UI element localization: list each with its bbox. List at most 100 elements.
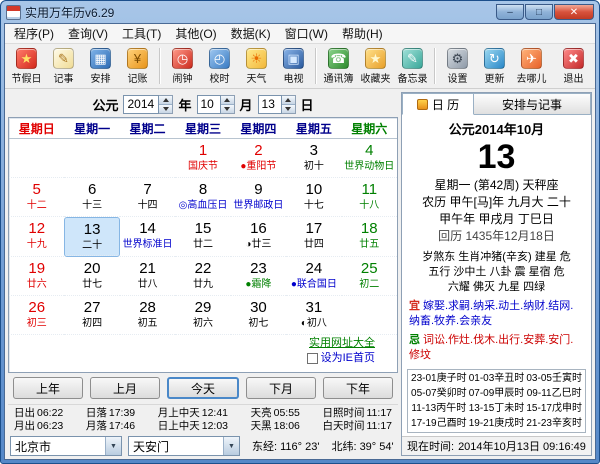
menu-item[interactable]: 查询(V) [61,23,115,44]
nav-button[interactable]: 下月 [246,377,316,399]
calendar-day-cell[interactable] [120,139,175,178]
calendar-day-cell[interactable]: 9 世界邮政日 [231,178,286,217]
toolbar-button[interactable]: ▣ 电视 [275,46,312,86]
toolbar-button[interactable]: ★ 收藏夹 [357,46,394,86]
toolbar-button[interactable]: ◴ 校时 [201,46,238,86]
toolbar-button[interactable]: ✈ 去哪儿 [513,46,550,86]
nav-button[interactable]: 下年 [323,377,393,399]
maximize-button[interactable]: □ [525,4,553,20]
calendar-day-cell[interactable]: 11 十八 [342,178,397,217]
hour-cell: 09-11乙巳时 [525,386,583,401]
menu-item[interactable]: 工具(T) [115,23,168,44]
calendar-day-cell[interactable]: 13 二十 [65,218,118,255]
toolbar-button[interactable]: ★ 节假日 [8,46,45,86]
toolbar-button[interactable]: ☎ 通讯簿 [320,46,357,86]
calendar-day-cell[interactable]: 29 初六 [175,296,230,335]
calendar-day-cell[interactable]: 6 十三 [64,178,119,217]
year-input[interactable] [123,95,159,114]
calendar-day-cell[interactable]: 2 ●重阳节 [231,139,286,178]
nav-button[interactable]: 上月 [90,377,160,399]
toolbar-group-time: ◷ 闹钟 ◴ 校时 ☀ 天气 ▣ 电视 [164,46,312,86]
day-up-button[interactable] [282,96,295,104]
calendar-day-cell[interactable]: 3 初十 [286,139,341,178]
menu-item[interactable]: 窗口(W) [278,23,335,44]
calendar-day-cell[interactable] [9,139,64,178]
toolbar-button[interactable]: ⚙ 设置 [439,46,476,86]
calendar-day-cell[interactable]: 15 廿二 [175,217,230,256]
calendar-day-cell[interactable]: 1 国庆节 [175,139,230,178]
chevron-down-icon[interactable]: ▼ [223,437,239,455]
day-input[interactable] [258,95,282,114]
toolbar-button-icon: ◴ [209,48,230,69]
ie-home-checkbox[interactable] [307,353,318,364]
toolbar-button[interactable]: ☀ 天气 [238,46,275,86]
calendar-day-cell[interactable] [64,139,119,178]
toolbar-button-icon: ✈ [521,48,542,69]
toolbar-button[interactable]: ✎ 记事 [45,46,82,86]
calendar-day-cell[interactable]: 24 ●联合国日 [286,257,341,296]
menu-item[interactable]: 其他(O) [168,23,223,44]
toolbar-button[interactable]: ¥ 记账 [119,46,156,86]
year-down-button[interactable] [159,104,172,113]
toolbar-group-records: ☎ 通讯簿 ★ 收藏夹 ✎ 备忘录 [320,46,431,86]
calendar-day-cell[interactable]: 31 ◐初八 [286,296,341,335]
calendar-day-cell[interactable]: 25 初二 [342,257,397,296]
tab-schedule-notes[interactable]: 安排与记事 [474,93,591,115]
calendar-day-cell[interactable]: 18 廿五 [342,217,397,256]
month-down-button[interactable] [221,104,234,113]
calendar-day-cell[interactable] [342,296,397,335]
year-up-button[interactable] [159,96,172,104]
calendar-day-cell[interactable]: 19 廿六 [9,257,64,296]
calendar-day-cell[interactable]: 7 十四 [120,178,175,217]
practical-urls-link[interactable]: 实用网址大全 [9,336,375,351]
ie-home-label[interactable]: 设为IE首页 [321,351,375,366]
place-select[interactable]: 天安门 ▼ [128,436,240,456]
month-up-button[interactable] [221,96,234,104]
calendar-day-cell[interactable]: 4 世界动物日 [342,139,397,178]
day-subtext: ◑廿三 [231,238,286,251]
menu-item[interactable]: 数据(K) [224,23,278,44]
calendar-day-cell[interactable]: 26 初三 [9,296,64,335]
day-number: 22 [175,259,230,278]
day-subtext: 廿八 [120,278,175,291]
toolbar-button[interactable]: ✎ 备忘录 [394,46,431,86]
day-number: 12 [9,219,64,238]
toolbar-button[interactable]: ↻ 更新 [476,46,513,86]
day-subtext: 世界动物日 [342,160,397,173]
calendar-day-cell[interactable]: 17 廿四 [286,217,341,256]
day-subtext: 廿七 [64,278,119,291]
avoid-text: 词讼.作灶.伐木.出行.安葬.安门.修坟 [409,334,573,361]
nav-button[interactable]: 今天 [167,377,239,399]
toolbar-button[interactable]: ▦ 安排 [82,46,119,86]
menu-item[interactable]: 帮助(H) [335,23,390,44]
city-select[interactable]: 北京市 ▼ [10,436,122,456]
close-button[interactable]: ✕ [554,4,594,20]
calendar-day-cell[interactable]: 16 ◑廿三 [231,217,286,256]
calendar-day-cell[interactable]: 8 ◎高血压日 [175,178,230,217]
calendar-day-cell[interactable]: 21 廿八 [120,257,175,296]
day-number: 31 [286,298,341,317]
nav-button[interactable]: 上年 [13,377,83,399]
detail-almanac-line1: 岁煞东 生肖冲猪(辛亥) 建星 危 [402,250,591,265]
chevron-down-icon[interactable]: ▼ [105,437,121,455]
day-subtext: 十八 [342,199,397,212]
minimize-button[interactable]: – [496,4,524,20]
hour-cell: 21-23辛亥时 [525,416,583,431]
day-down-button[interactable] [282,104,295,113]
exit-button[interactable]: ✖ 退出 [555,46,592,86]
menu-item[interactable]: 程序(P) [7,23,61,44]
toolbar-button[interactable]: ◷ 闹钟 [164,46,201,86]
calendar-day-cell[interactable]: 27 初四 [64,296,119,335]
calendar-day-cell[interactable]: 23 ●霜降 [231,257,286,296]
calendar-day-cell[interactable]: 10 十七 [286,178,341,217]
calendar-day-cell[interactable]: 14 世界标准日 [120,217,175,256]
hour-cell: 17-19己酉时 [410,416,468,431]
tab-calendar[interactable]: 日 历 [402,93,474,115]
month-input[interactable] [197,95,221,114]
calendar-day-cell[interactable]: 20 廿七 [64,257,119,296]
calendar-day-cell[interactable]: 28 初五 [120,296,175,335]
calendar-day-cell[interactable]: 5 十二 [9,178,64,217]
calendar-day-cell[interactable]: 30 初七 [231,296,286,335]
calendar-day-cell[interactable]: 22 廿九 [175,257,230,296]
calendar-day-cell[interactable]: 12 十九 [9,217,64,256]
